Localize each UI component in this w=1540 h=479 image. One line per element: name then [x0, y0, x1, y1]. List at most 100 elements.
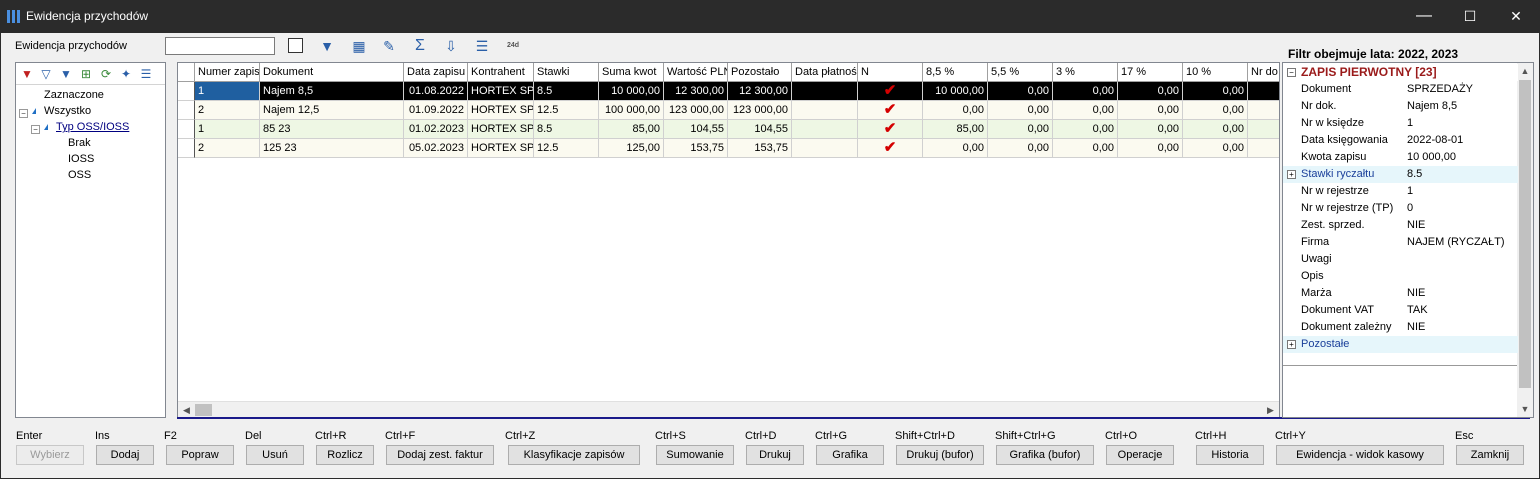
- search-input[interactable]: [165, 37, 275, 55]
- vertical-scrollbar[interactable]: ▲ ▼: [1517, 63, 1533, 417]
- button-ewidencja-widok-kasowy[interactable]: Ewidencja - widok kasowy: [1276, 445, 1444, 465]
- property-row[interactable]: Nr w księdze 1: [1283, 115, 1518, 132]
- scroll-left-icon[interactable]: ◀: [178, 402, 195, 417]
- tree-group-icon[interactable]: ⊞: [78, 66, 94, 82]
- filter-table-icon[interactable]: ▦: [350, 37, 368, 55]
- column-header[interactable]: Stawki: [534, 63, 599, 82]
- button-popraw[interactable]: Popraw: [166, 445, 234, 465]
- filter-checkbox[interactable]: [288, 38, 303, 53]
- grid-cell[interactable]: [792, 101, 858, 120]
- edit-columns-icon[interactable]: ✎: [380, 37, 398, 55]
- button-sumowanie[interactable]: Sumowanie: [656, 445, 734, 465]
- tree-item-typ-oss-ioss[interactable]: Typ OSS/IOSS: [56, 121, 129, 133]
- button-drukuj-bufor[interactable]: Drukuj (bufor): [896, 445, 984, 465]
- button-rozlicz[interactable]: Rozlicz: [316, 445, 374, 465]
- grid-cell[interactable]: 1: [195, 82, 260, 101]
- scroll-thumb[interactable]: [1519, 80, 1531, 388]
- grid-cell[interactable]: 01.02.2023: [404, 120, 468, 139]
- button-grafika[interactable]: Grafika: [816, 445, 884, 465]
- maximize-button[interactable]: ☐: [1447, 0, 1493, 33]
- export-icon[interactable]: ⇩: [442, 37, 460, 55]
- grid-cell[interactable]: 104,55: [664, 120, 728, 139]
- grid-cell[interactable]: 2: [195, 101, 260, 120]
- grid-cell[interactable]: 0,00: [1118, 120, 1183, 139]
- column-header[interactable]: 17 %: [1118, 63, 1183, 82]
- tree-item-zaznaczone[interactable]: Zaznaczone: [44, 89, 104, 101]
- check-mark-icon[interactable]: ✔: [858, 120, 923, 139]
- grid-cell[interactable]: 1: [195, 120, 260, 139]
- check-mark-icon[interactable]: ✔: [858, 82, 923, 101]
- property-row[interactable]: Kwota zapisu 10 000,00: [1283, 149, 1518, 166]
- collapse-icon[interactable]: −: [1287, 68, 1296, 77]
- grid-cell[interactable]: 100 000,00: [599, 101, 664, 120]
- grid-cell[interactable]: 123 000,00: [664, 101, 728, 120]
- check-mark-icon[interactable]: ✔: [858, 101, 923, 120]
- records-grid[interactable]: ◀ ▶ Numer zapisu Dokument Data zapisu Kontr…: [177, 62, 1280, 418]
- grid-cell[interactable]: 0,00: [923, 139, 988, 158]
- grid-cell[interactable]: [792, 82, 858, 101]
- grid-cell[interactable]: [792, 120, 858, 139]
- grid-cell[interactable]: [178, 139, 195, 158]
- grid-cell[interactable]: 0,00: [1053, 139, 1118, 158]
- grid-cell[interactable]: Najem 8,5: [260, 82, 404, 101]
- property-row[interactable]: Dokument SPRZEDAŻY: [1283, 81, 1518, 98]
- grid-cell[interactable]: 0,00: [988, 120, 1053, 139]
- tree-view-icon[interactable]: ☰: [138, 66, 154, 82]
- tree-item-brak[interactable]: Brak: [68, 137, 91, 149]
- grid-cell[interactable]: 0,00: [923, 101, 988, 120]
- grid-cell[interactable]: HORTEX SPÓŁ: [468, 120, 534, 139]
- grid-cell[interactable]: 8.5: [534, 120, 599, 139]
- column-header[interactable]: 8,5 %: [923, 63, 988, 82]
- grid-cell[interactable]: 0,00: [988, 101, 1053, 120]
- tree-item-wszystko[interactable]: Wszystko: [44, 105, 91, 117]
- filter-list-icon[interactable]: ▼: [58, 66, 74, 82]
- grid-cell[interactable]: 85,00: [599, 120, 664, 139]
- grid-cell[interactable]: [178, 101, 195, 120]
- minimize-button[interactable]: —: [1401, 0, 1447, 33]
- grid-cell[interactable]: 0,00: [1053, 82, 1118, 101]
- grid-cell[interactable]: Najem 12,5: [260, 101, 404, 120]
- pin-icon[interactable]: ✦: [118, 66, 134, 82]
- grid-cell[interactable]: 12.5: [534, 101, 599, 120]
- property-row[interactable]: Opis: [1283, 268, 1518, 285]
- column-header[interactable]: [178, 63, 195, 82]
- grid-cell[interactable]: [1248, 120, 1279, 139]
- scroll-thumb[interactable]: [195, 404, 212, 416]
- column-header[interactable]: 10 %: [1183, 63, 1248, 82]
- grid-cell[interactable]: [178, 120, 195, 139]
- grid-cell[interactable]: 85 23: [260, 120, 404, 139]
- property-row[interactable]: + Pozostałe: [1283, 336, 1518, 353]
- grid-cell[interactable]: 153,75: [664, 139, 728, 158]
- column-header[interactable]: Dokument: [260, 63, 404, 82]
- property-row[interactable]: Nr w rejestrze 1: [1283, 183, 1518, 200]
- clear-filter-icon[interactable]: ▼: [19, 66, 35, 82]
- add-filter-icon[interactable]: ▽: [38, 66, 54, 82]
- column-header[interactable]: Data płatności: [792, 63, 858, 82]
- tree-list-icon[interactable]: ☰: [473, 37, 491, 55]
- grid-cell[interactable]: HORTEX SPÓŁ: [468, 82, 534, 101]
- grid-cell[interactable]: 2: [195, 139, 260, 158]
- property-row[interactable]: Marża NIE: [1283, 285, 1518, 302]
- grid-cell[interactable]: [792, 139, 858, 158]
- grid-cell[interactable]: 0,00: [1053, 101, 1118, 120]
- grid-cell[interactable]: 0,00: [1118, 82, 1183, 101]
- grid-cell[interactable]: 12.5: [534, 139, 599, 158]
- column-header[interactable]: 3 %: [1053, 63, 1118, 82]
- grid-cell[interactable]: [1248, 139, 1279, 158]
- column-header[interactable]: Wartość PLN: [664, 63, 728, 82]
- button-historia[interactable]: Historia: [1196, 445, 1264, 465]
- tree-refresh-icon[interactable]: ⟳: [98, 66, 114, 82]
- column-header[interactable]: Nr do: [1248, 63, 1279, 82]
- grid-cell[interactable]: 125 23: [260, 139, 404, 158]
- grid-cell[interactable]: 01.08.2022: [404, 82, 468, 101]
- property-row[interactable]: Nr dok. Najem 8,5: [1283, 98, 1518, 115]
- property-row[interactable]: Zest. sprzed. NIE: [1283, 217, 1518, 234]
- grid-cell[interactable]: 0,00: [988, 139, 1053, 158]
- tree-item-oss[interactable]: OSS: [68, 169, 91, 181]
- grid-cell[interactable]: 12 300,00: [664, 82, 728, 101]
- column-header[interactable]: Data zapisu: [404, 63, 468, 82]
- grid-cell[interactable]: 10 000,00: [923, 82, 988, 101]
- property-row[interactable]: + Stawki ryczałtu 8.5: [1283, 166, 1518, 183]
- grid-cell[interactable]: 0,00: [1183, 120, 1248, 139]
- grid-cell[interactable]: 8.5: [534, 82, 599, 101]
